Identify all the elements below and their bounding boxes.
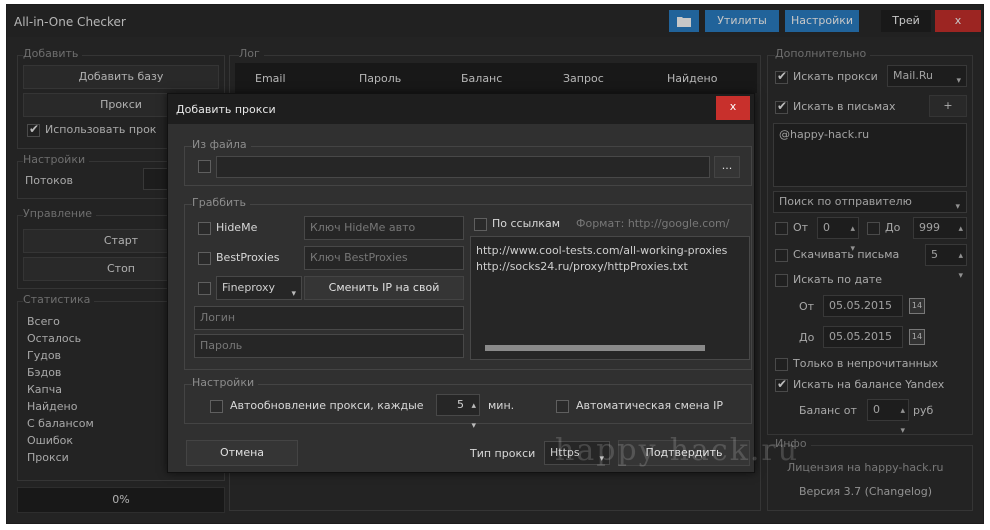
bestproxies-key-placeholder: Ключ BestProxies [310, 251, 408, 264]
hideme-key-input[interactable]: Ключ HideMe авто [304, 216, 464, 240]
auto-change-ip-label: Автоматическая смена IP [576, 399, 723, 412]
grab-label: Граббить [192, 196, 251, 209]
link-line: http://www.cool-tests.com/all-working-pr… [476, 244, 728, 257]
auto-update-label: Автообновление прокси, каждые [230, 399, 424, 412]
links-textarea[interactable]: http://www.cool-tests.com/all-working-pr… [470, 236, 750, 360]
by-links-checkbox[interactable] [474, 218, 487, 231]
horizontal-scrollbar[interactable] [485, 345, 705, 351]
hideme-key-placeholder: Ключ HideMe авто [310, 221, 416, 234]
by-links-label: По ссылкам [492, 217, 560, 230]
link-line: http://socks24.ru/proxy/httpProxies.txt [476, 260, 688, 273]
from-file-checkbox[interactable] [198, 160, 211, 173]
from-file-label: Из файла [192, 138, 251, 151]
bestproxies-label: BestProxies [216, 251, 280, 264]
fineproxy-select[interactable]: Fineproxy ▾ [216, 276, 302, 300]
hideme-checkbox[interactable] [198, 222, 211, 235]
auto-update-spinner[interactable]: 5 ▴ ▾ [436, 394, 480, 431]
watermark: happy-hack.ru [555, 433, 800, 468]
bestproxies-checkbox[interactable] [198, 252, 211, 265]
fineproxy-select-value: Fineproxy [222, 281, 275, 294]
cancel-button[interactable]: Отмена [186, 440, 298, 466]
auto-update-value: 5 [457, 398, 464, 411]
modal-settings-label: Настройки [192, 376, 259, 389]
password-placeholder: Пароль [200, 339, 243, 352]
login-input[interactable]: Логин [194, 306, 464, 330]
fineproxy-checkbox[interactable] [198, 282, 211, 295]
app-window: All-in-One Checker Утилиты Настройки Тре… [6, 4, 984, 524]
format-hint: Формат: http://google.com/ [576, 217, 730, 230]
proxy-type-label: Тип прокси [470, 447, 536, 460]
add-proxy-dialog: Добавить прокси x Из файла ... Граббить … [167, 93, 755, 473]
dialog-title: Добавить прокси [176, 103, 276, 116]
change-ip-button[interactable]: Сменить IP на свой [304, 276, 464, 300]
auto-update-checkbox[interactable] [210, 400, 223, 413]
login-placeholder: Логин [200, 311, 236, 324]
dialog-close-button[interactable]: x [716, 96, 750, 120]
bestproxies-key-input[interactable]: Ключ BestProxies [304, 246, 464, 270]
spinner-arrows-icon: ▴▾ [471, 401, 476, 431]
chevron-down-icon: ▾ [291, 289, 296, 299]
file-path-input[interactable] [216, 156, 710, 178]
browse-button[interactable]: ... [714, 156, 740, 178]
hideme-label: HideMe [216, 221, 258, 234]
password-input[interactable]: Пароль [194, 334, 464, 358]
minutes-label: мин. [488, 399, 515, 412]
dialog-title-bar: Добавить прокси x [168, 94, 754, 124]
auto-change-ip-checkbox[interactable] [556, 400, 569, 413]
